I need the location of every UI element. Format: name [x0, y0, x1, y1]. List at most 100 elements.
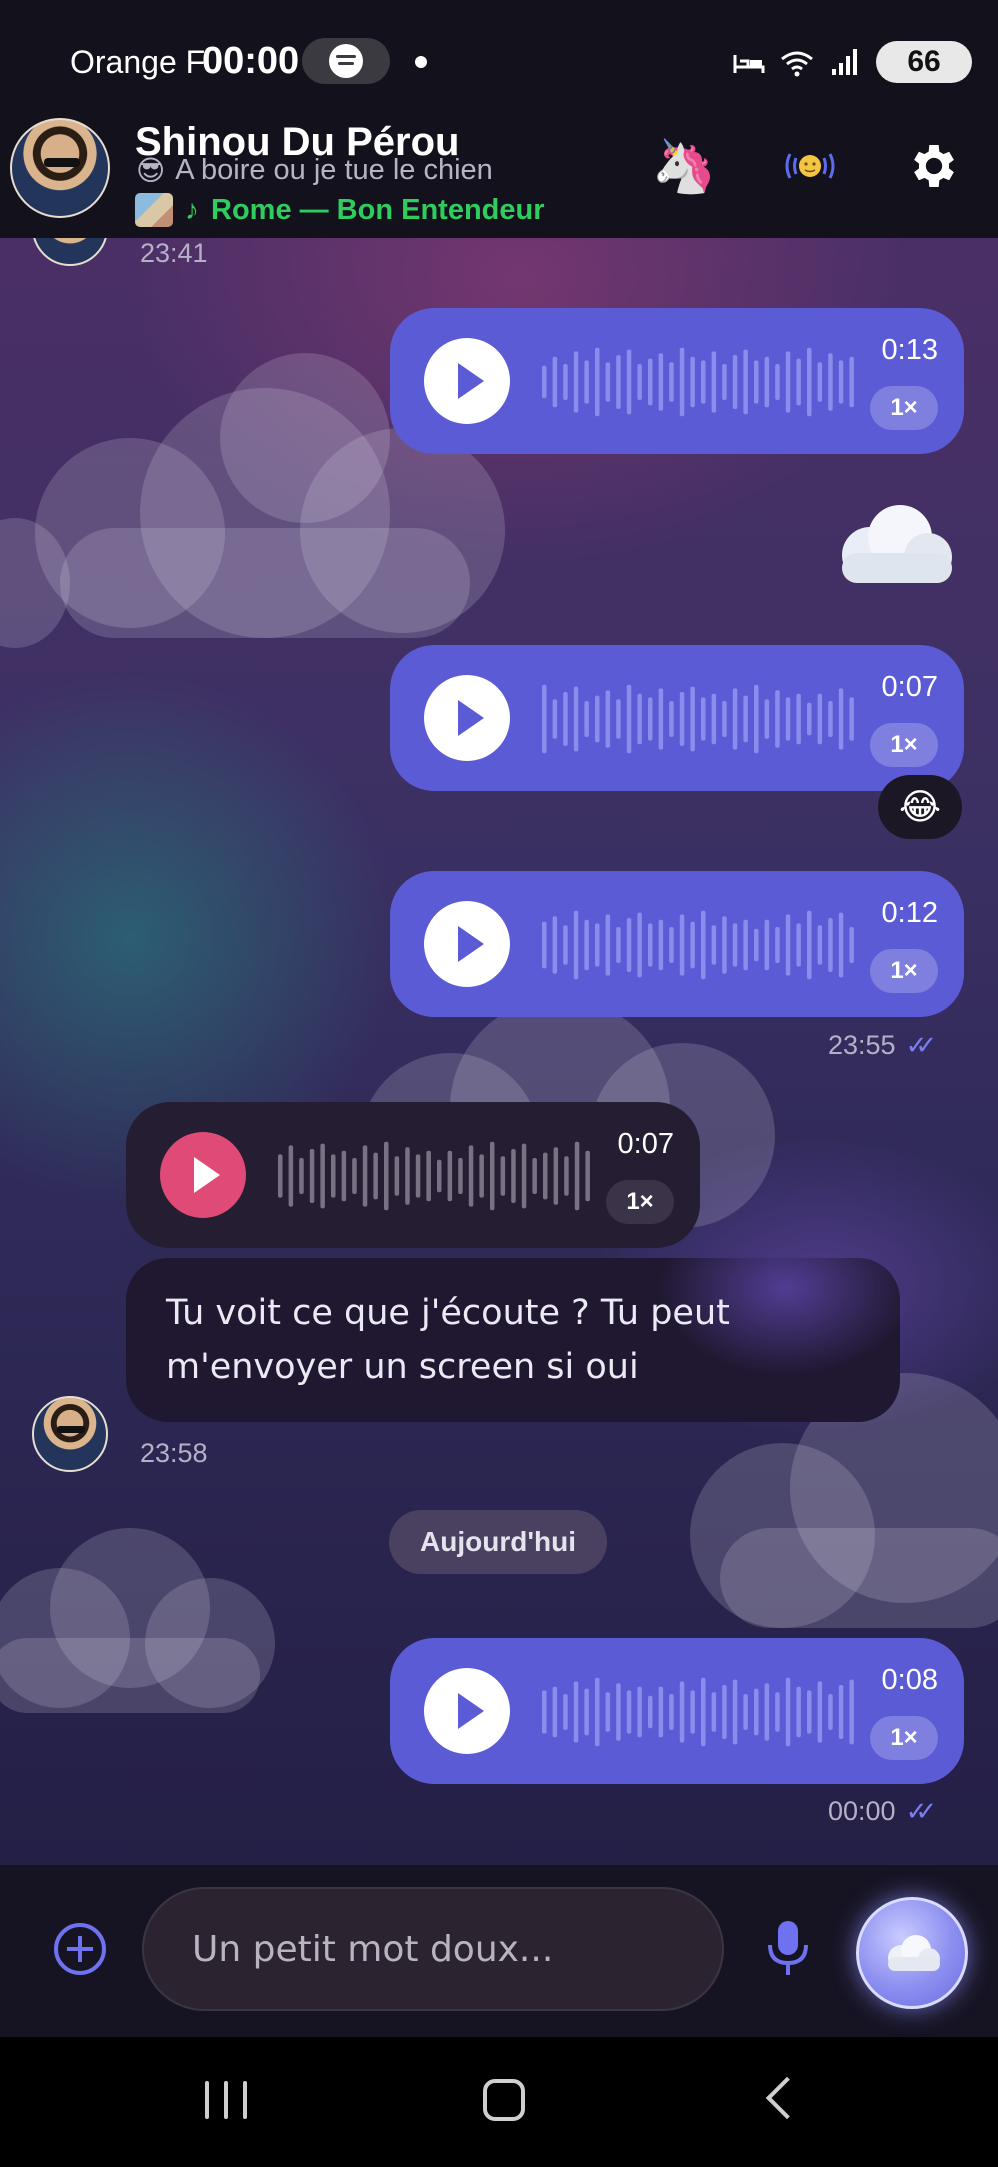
contact-avatar[interactable] [10, 118, 110, 218]
vibe-icon[interactable] [778, 134, 842, 198]
play-button[interactable] [424, 675, 510, 761]
waveform-bar [573, 910, 579, 980]
waveform-bar [775, 1692, 780, 1732]
play-button[interactable] [424, 338, 510, 424]
waveform-bar [637, 364, 642, 400]
voice-message[interactable]: 0:12 1× [390, 871, 964, 1017]
waveform-bar [637, 693, 642, 745]
cloud-sticker[interactable] [822, 495, 962, 595]
waveform-bar [701, 910, 706, 980]
waveform-bar [764, 356, 770, 408]
waveform-bar [309, 1149, 315, 1203]
waveform[interactable] [540, 907, 858, 983]
cloud-icon [888, 1935, 940, 1971]
contact-status: 😎 A boire ou je tue le chien [136, 154, 493, 187]
send-cloud-button[interactable] [856, 1897, 968, 2009]
chat-area[interactable]: 23:41 0:13 1× 0:07 1× 😂 0:12 1× 23:55 ✓✓ … [0, 238, 998, 1865]
waveform-bar [564, 1156, 569, 1196]
sleep-icon [733, 55, 765, 73]
waveform-bar [807, 347, 812, 417]
waveform-bar [743, 1694, 748, 1730]
waveform-bar [828, 353, 833, 411]
voice-message[interactable]: 0:08 1× [390, 1638, 964, 1784]
waveform-bar [711, 925, 717, 965]
contact-avatar-small[interactable] [32, 238, 108, 266]
waveform[interactable] [540, 1674, 858, 1750]
waveform[interactable] [276, 1138, 594, 1214]
message-reaction[interactable]: 😂 [878, 775, 962, 839]
waveform-bar [754, 684, 759, 754]
playback-speed-button[interactable]: 1× [870, 386, 938, 430]
waveform-bar [838, 912, 844, 978]
playback-speed-button[interactable]: 1× [870, 949, 938, 993]
voice-duration: 0:07 [617, 1128, 674, 1160]
play-button[interactable] [160, 1132, 246, 1218]
waveform-bar [373, 1152, 378, 1200]
waveform-bar [542, 365, 547, 399]
waveform[interactable] [540, 681, 858, 757]
waveform-bar [796, 358, 801, 406]
gear-icon[interactable] [902, 134, 966, 198]
playback-speed-button[interactable]: 1× [606, 1180, 674, 1224]
waveform-bar [563, 692, 568, 746]
waveform-bar [405, 1147, 410, 1205]
waveform-bar [573, 351, 579, 413]
waveform-bar [511, 1149, 516, 1203]
read-receipt-icon: ✓✓ [905, 1030, 937, 1060]
waveform-bar [584, 919, 589, 971]
add-attachment-icon[interactable] [54, 1923, 106, 1975]
voice-duration: 0:12 [881, 897, 938, 929]
waveform-bar [605, 914, 611, 976]
waveform-bar [828, 701, 833, 737]
waveform-bar [679, 1681, 685, 1743]
play-button[interactable] [424, 901, 510, 987]
message-input[interactable] [142, 1887, 724, 2011]
voice-message[interactable]: 0:07 1× [390, 645, 964, 791]
waveform-bar [584, 701, 589, 737]
play-button[interactable] [424, 1668, 510, 1754]
contact-avatar-small[interactable] [32, 1396, 108, 1472]
recent-apps-button[interactable] [205, 2081, 247, 2119]
waveform-bar [595, 1677, 600, 1747]
waveform-bar [468, 1145, 474, 1207]
waveform-bar [616, 927, 621, 963]
waveform-bar [849, 356, 854, 408]
waveform-bar [711, 1692, 717, 1732]
waveform-bar [500, 1156, 506, 1196]
status-time: 00:00 [202, 40, 300, 82]
playback-speed-button[interactable]: 1× [870, 1716, 938, 1760]
unicorn-icon[interactable]: 🦄 [652, 134, 717, 198]
voice-message-incoming[interactable]: 0:07 1× [126, 1102, 700, 1248]
waveform-bar [648, 697, 653, 741]
waveform-bar [626, 349, 632, 415]
waveform-bar [637, 912, 642, 978]
waveform-bar [384, 1141, 389, 1211]
waveform[interactable] [540, 344, 858, 420]
waveform-bar [320, 1143, 325, 1209]
back-button[interactable] [765, 2076, 809, 2120]
waveform-bar [648, 1695, 653, 1729]
waveform-bar [849, 927, 854, 963]
waveform-bar [658, 353, 664, 411]
now-playing[interactable]: ♪ Rome — Bon Entendeur [135, 193, 545, 227]
waveform-bar [648, 358, 653, 406]
playback-speed-button[interactable]: 1× [870, 723, 938, 767]
waveform-bar [626, 684, 632, 754]
waveform-bar [563, 925, 568, 965]
text-message-incoming[interactable]: Tu voit ce que j'écoute ? Tu peut m'envo… [126, 1258, 900, 1422]
microphone-icon[interactable] [762, 1917, 814, 1981]
waveform-bar [521, 1143, 527, 1209]
voice-message[interactable]: 0:13 1× [390, 308, 964, 454]
waveform-bar [595, 347, 600, 417]
background-cloud [60, 528, 470, 638]
wifi-icon [781, 51, 813, 77]
timestamp-text: 00:00 [828, 1796, 896, 1826]
waveform-bar [838, 1685, 844, 1739]
waveform-bar [722, 1685, 727, 1739]
waveform-bar [807, 910, 812, 980]
chat-header[interactable]: Shinou Du Pérou 😎 A boire ou je tue le c… [0, 118, 998, 238]
waveform-bar [764, 699, 770, 739]
home-button[interactable] [483, 2079, 525, 2121]
waveform-bar [605, 1692, 611, 1732]
waveform-bar [732, 1679, 738, 1745]
